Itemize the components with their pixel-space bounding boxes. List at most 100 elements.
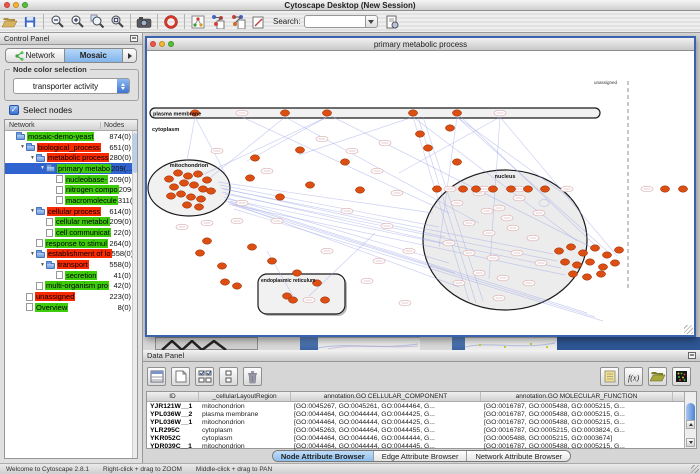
close-icon[interactable]: [4, 2, 10, 8]
delete-attribute-button[interactable]: [243, 367, 262, 386]
unselect-all-attributes-button[interactable]: [219, 367, 238, 386]
zoom-window-icon[interactable]: [168, 41, 174, 47]
table-scrollbar[interactable]: [684, 392, 696, 448]
app-resize-grip[interactable]: [691, 465, 699, 473]
tab-mosaic[interactable]: Mosaic: [64, 48, 124, 63]
import-attributes-button[interactable]: [648, 367, 667, 386]
node-color-dropdown[interactable]: transporter activity: [13, 78, 130, 94]
tree-row-cell-communicat[interactable]: cell communicat22(0): [5, 227, 137, 238]
matrix-view-button[interactable]: [672, 367, 691, 386]
minimize-icon[interactable]: [159, 41, 165, 47]
select-all-attributes-button[interactable]: [195, 367, 214, 386]
table-row-YPL036W__2[interactable]: YPL036W__2plasma membrane[GO:0044464, GO…: [147, 410, 696, 418]
column-header-cellular-component[interactable]: annotation.GO CELLULAR_COMPONENT: [291, 392, 481, 401]
column-header-id[interactable]: ID: [147, 392, 199, 401]
file-icon: [36, 282, 43, 290]
tree-row-label: secretion: [65, 271, 97, 280]
scroll-up-button[interactable]: [686, 420, 695, 429]
tab-network-attribute-browser[interactable]: Network Attribute Browser: [467, 451, 570, 461]
search-input[interactable]: [304, 15, 366, 28]
search-dropdown-button[interactable]: [366, 15, 378, 28]
tree-row-nitrogen-compo[interactable]: nitrogen compo209(0): [5, 184, 137, 195]
vizmapper-alt-button[interactable]: [228, 13, 248, 31]
search-settings-button[interactable]: [382, 13, 402, 31]
zoom-fit-button[interactable]: [107, 13, 127, 31]
tree-row-response-to-stimul[interactable]: response to stimul264(0): [5, 238, 137, 249]
table-row-YJR121W__1[interactable]: YJR121W__1mitochondrion[GO:0045267, GO:0…: [147, 402, 696, 410]
tree-row-unassigned[interactable]: unassigned223(0): [5, 291, 137, 302]
background-network-edges: [465, 340, 555, 350]
zoom-in-button[interactable]: [67, 13, 87, 31]
table-row-YPL036W__1[interactable]: YPL036W__1mitochondrion[GO:0044464, GO:0…: [147, 418, 696, 426]
expander-icon[interactable]: ▼: [19, 142, 26, 152]
expander-icon[interactable]: ▼: [29, 249, 36, 259]
tree-row-overview[interactable]: Overview8(0): [5, 302, 137, 313]
tree-row-nucleobase-[interactable]: nucleobase-209(0): [5, 174, 137, 185]
data-panel-title: Data Panel: [147, 351, 184, 360]
window-resize-grip[interactable]: [684, 325, 693, 334]
toolbar-separator: [157, 14, 158, 29]
expander-icon[interactable]: ▼: [29, 206, 36, 216]
zoom-out-button[interactable]: [47, 13, 67, 31]
tab-edge-attribute-browser[interactable]: Edge Attribute Browser: [374, 451, 468, 461]
new-attribute-button[interactable]: [171, 367, 190, 386]
tree-row-biological-process[interactable]: ▼biological_process651(0): [5, 142, 137, 153]
table-row-YKR052C[interactable]: YKR052Ccytoplasm[GO:0044464, GO:0044446,…: [147, 434, 696, 442]
tree-row-primary-metabo[interactable]: ▼primary metabo209(...: [5, 163, 137, 174]
background-overview-window[interactable]: [155, 337, 258, 350]
select-nodes-checkbox[interactable]: ✓: [9, 105, 19, 115]
network-view-window[interactable]: primary metabolic process plas: [145, 36, 696, 337]
background-network-window[interactable]: [465, 337, 557, 350]
close-icon[interactable]: [150, 41, 156, 47]
network-canvas[interactable]: plasma membrane cytoplasm mitochondrion …: [147, 51, 694, 335]
select-attributes-button[interactable]: [147, 367, 166, 386]
tree-row-transport[interactable]: ▼transport558(0): [5, 259, 137, 270]
tree-row-macromolecule[interactable]: macromolecule311(0): [5, 195, 137, 206]
tree-row-multi-organism-pro[interactable]: multi-organism pro42(0): [5, 281, 137, 292]
zoom-window-icon[interactable]: [22, 2, 28, 8]
save-floppy-icon: [23, 15, 37, 29]
scroll-down-button[interactable]: [686, 438, 695, 447]
help-button[interactable]: [161, 13, 181, 31]
tree-row-cellular-metabol[interactable]: cellular metabol209(0): [5, 217, 137, 228]
tree-row-label: mosaic-demo-yeast: [27, 132, 94, 141]
background-network-window[interactable]: [318, 337, 420, 350]
network-manager-button[interactable]: [188, 13, 208, 31]
network-view-titlebar[interactable]: primary metabolic process: [147, 38, 694, 51]
vizmapper-button[interactable]: [208, 13, 228, 31]
tab-node-attribute-browser[interactable]: Node Attribute Browser: [273, 451, 374, 461]
snapshot-button[interactable]: [134, 13, 154, 31]
tree-row-secretion[interactable]: secretion41(0): [5, 270, 137, 281]
float-panel-icon[interactable]: [130, 35, 138, 42]
tab-network[interactable]: Network: [5, 48, 64, 63]
zoom-selected-button[interactable]: [87, 13, 107, 31]
minimize-icon[interactable]: [13, 2, 19, 8]
tree-row-mosaic-demo-yeast[interactable]: mosaic-demo-yeast874(0): [5, 131, 137, 142]
tab-overflow-button[interactable]: [123, 48, 137, 63]
expander-icon[interactable]: ▼: [39, 260, 46, 270]
tree-scrollbar-thumb[interactable]: [133, 133, 137, 173]
background-window-edge[interactable]: [452, 337, 465, 350]
expander-icon[interactable]: ▼: [39, 163, 46, 173]
open-session-button[interactable]: [0, 13, 20, 31]
column-header-region[interactable]: _cellularLayoutRegion: [199, 392, 291, 401]
column-header-molecular-function[interactable]: annotation.GO MOLECULAR_FUNCTION: [481, 392, 673, 401]
tree-row-label: multi-organism pro: [45, 281, 109, 290]
attribute-notes-button[interactable]: [600, 367, 619, 386]
float-panel-icon[interactable]: [688, 352, 696, 359]
expander-icon[interactable]: ▼: [29, 153, 36, 163]
background-window-edge[interactable]: [300, 337, 318, 350]
network-column-header[interactable]: Network: [5, 122, 100, 129]
background-window-edge[interactable]: [557, 337, 700, 350]
region-shapes: [148, 81, 628, 316]
tree-row-metabolic-process[interactable]: ▼metabolic process280(0): [5, 152, 137, 163]
tree-row-establishment-of-lo[interactable]: ▼establishment of lo558(0): [5, 249, 137, 260]
nodes-column-header[interactable]: Nodes: [100, 122, 137, 129]
save-session-button[interactable]: [20, 13, 40, 31]
attribute-function-button[interactable]: f(x): [624, 367, 643, 386]
tree-scrollbar[interactable]: [132, 131, 137, 458]
annotation-button[interactable]: [248, 13, 268, 31]
tree-row-cellular-process[interactable]: ▼cellular process614(0): [5, 206, 137, 217]
window-titlebar[interactable]: Cytoscape Desktop (New Session): [0, 0, 700, 11]
table-row-YLR295C[interactable]: YLR295Ccytoplasm[GO:0045263, GO:0044464,…: [147, 426, 696, 434]
